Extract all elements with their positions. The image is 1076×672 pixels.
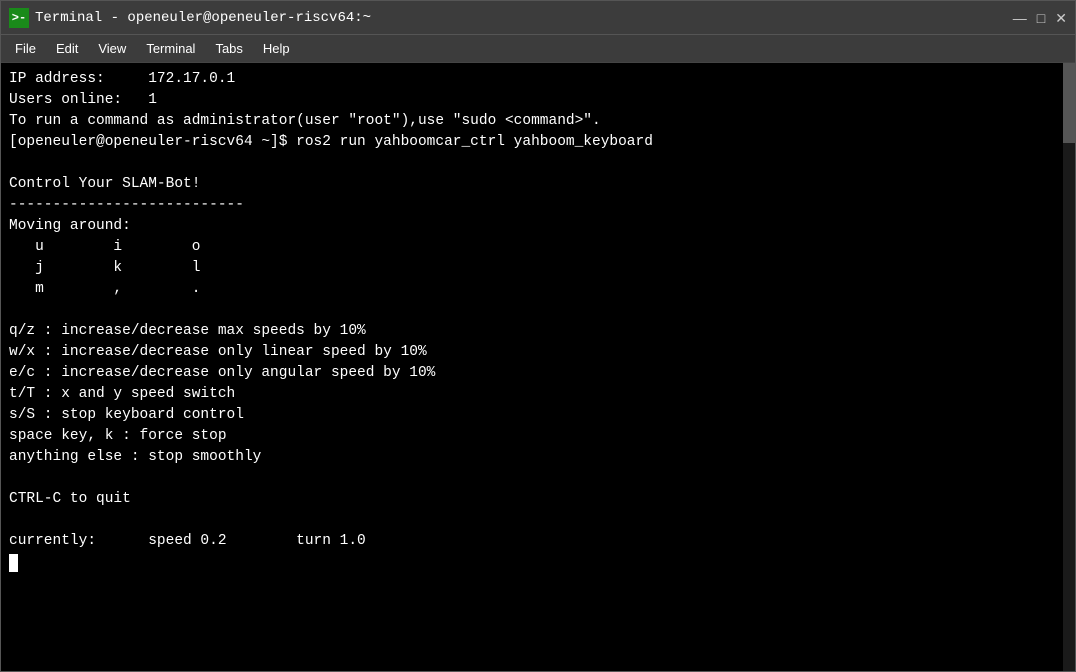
terminal-body[interactable]: IP address: 172.17.0.1 Users online: 1 T… xyxy=(1,63,1075,671)
title-bar: >- Terminal - openeuler@openeuler-riscv6… xyxy=(1,1,1075,35)
menu-help[interactable]: Help xyxy=(255,39,298,58)
menu-tabs[interactable]: Tabs xyxy=(207,39,250,58)
terminal-output: IP address: 172.17.0.1 Users online: 1 T… xyxy=(9,69,1067,552)
menu-edit[interactable]: Edit xyxy=(48,39,86,58)
window-title: Terminal - openeuler@openeuler-riscv64:~ xyxy=(35,10,371,26)
minimize-button[interactable]: — xyxy=(1013,11,1027,25)
terminal-icon: >- xyxy=(9,8,29,28)
maximize-button[interactable]: □ xyxy=(1037,11,1045,25)
terminal-cursor xyxy=(9,554,18,572)
menu-terminal[interactable]: Terminal xyxy=(138,39,203,58)
menu-view[interactable]: View xyxy=(90,39,134,58)
menu-bar: File Edit View Terminal Tabs Help xyxy=(1,35,1075,63)
scrollbar-thumb[interactable] xyxy=(1063,63,1075,143)
cursor-line xyxy=(9,554,1067,572)
menu-file[interactable]: File xyxy=(7,39,44,58)
close-button[interactable]: ✕ xyxy=(1055,11,1067,25)
title-bar-left: >- Terminal - openeuler@openeuler-riscv6… xyxy=(9,8,371,28)
terminal-window: >- Terminal - openeuler@openeuler-riscv6… xyxy=(0,0,1076,672)
terminal-icon-label: >- xyxy=(12,11,26,25)
scrollbar[interactable] xyxy=(1063,63,1075,671)
window-controls: — □ ✕ xyxy=(1013,11,1067,25)
